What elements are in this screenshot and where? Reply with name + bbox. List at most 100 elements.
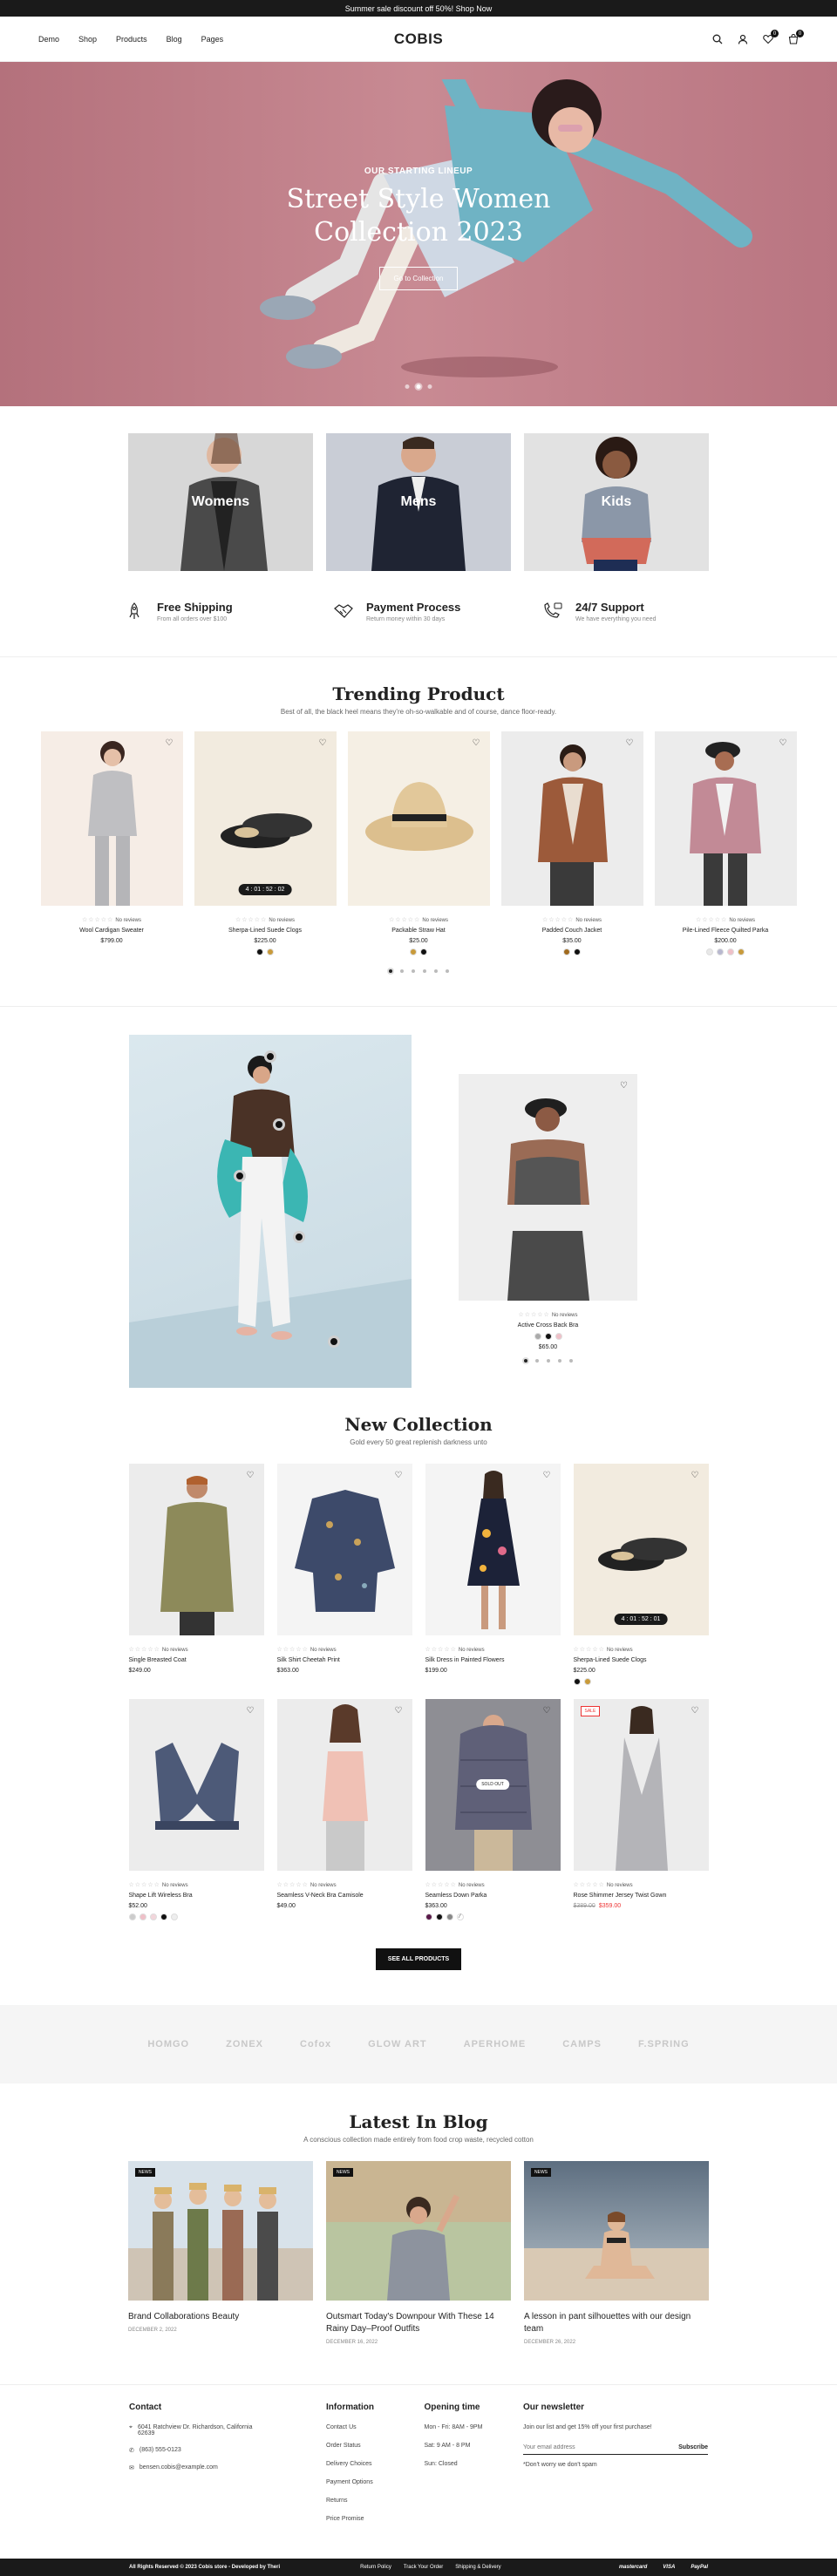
shipping-delivery-link[interactable]: Shipping & Delivery (455, 2565, 500, 2570)
pagination-dot[interactable] (568, 1359, 573, 1363)
product-card[interactable]: ♡ ☆☆☆☆☆ No reviews Padded Couch Jacket $3… (500, 731, 643, 955)
wishlist-heart-icon[interactable]: ♡ (247, 1471, 257, 1481)
hotspot-marker[interactable] (264, 1050, 276, 1063)
color-swatch[interactable] (435, 1913, 443, 1920)
blog-image[interactable]: NEWS (128, 2161, 313, 2301)
brand-logo[interactable]: APERHOME (464, 2039, 527, 2049)
wishlist-heart-icon[interactable]: ♡ (166, 738, 176, 749)
product-name[interactable]: Silk Shirt Cheetah Print (277, 1657, 412, 1663)
color-swatch[interactable] (420, 948, 427, 955)
wishlist-icon[interactable]: 0 (762, 30, 779, 44)
color-swatch[interactable] (738, 948, 745, 955)
wishlist-heart-icon[interactable]: ♡ (319, 738, 330, 749)
product-name[interactable]: Rose Shimmer Jersey Twist Gown (574, 1893, 709, 1899)
announcement-bar[interactable]: Summer sale discount off 50%! Shop Now (0, 0, 837, 17)
product-card[interactable]: ♡ ☆☆☆☆☆ No reviews Shape Lift Wireless Br… (128, 1699, 264, 1920)
nav-shop[interactable]: Shop (78, 35, 97, 44)
subscribe-button[interactable]: Subscribe (678, 2444, 708, 2450)
footer-link[interactable]: Returns (326, 2498, 425, 2504)
blog-image[interactable]: NEWS (326, 2161, 511, 2301)
product-image[interactable]: ♡ (40, 731, 183, 906)
pagination-dot[interactable] (411, 969, 415, 973)
product-image[interactable]: ♡ (459, 1074, 637, 1301)
wishlist-heart-icon[interactable]: ♡ (691, 1471, 702, 1481)
blog-image[interactable]: NEWS (524, 2161, 709, 2301)
blog-tag[interactable]: NEWS (531, 2168, 551, 2177)
product-image[interactable]: ♡ SOLD OUT (425, 1699, 561, 1871)
color-swatch[interactable] (573, 1678, 581, 1685)
wishlist-heart-icon[interactable]: ♡ (691, 1706, 702, 1716)
nav-pages[interactable]: Pages (201, 35, 224, 44)
color-swatch[interactable] (139, 1913, 146, 1920)
color-swatch[interactable] (160, 1913, 167, 1920)
product-image[interactable]: ♡ (347, 731, 490, 906)
color-swatch[interactable] (555, 1333, 562, 1340)
pagination-dot[interactable] (557, 1359, 561, 1363)
blog-title[interactable]: A lesson in pant silhouettes with our de… (524, 2311, 709, 2335)
wishlist-heart-icon[interactable]: ♡ (543, 1706, 554, 1716)
product-name[interactable]: Sherpa-Lined Suede Clogs (194, 928, 337, 934)
footer-link[interactable]: Order Status (326, 2443, 425, 2449)
pagination-dot[interactable] (534, 1359, 539, 1363)
product-card[interactable]: ♡ ☆☆☆☆☆ No reviews Silk Dress in Painted … (425, 1464, 561, 1685)
phone-text[interactable]: (863) 555-0123 (140, 2447, 181, 2453)
product-card[interactable]: ♡ ☆☆☆☆☆ No reviews Silk Shirt Cheetah Pri… (276, 1464, 412, 1685)
color-swatch[interactable]: ⁄ (456, 1913, 464, 1920)
color-swatch[interactable] (727, 948, 734, 955)
product-card[interactable]: ♡ 4 : 01 : 52 : 01 ☆☆☆☆☆ No reviews Sherp… (573, 1464, 709, 1685)
pagination-dot[interactable] (546, 1359, 550, 1363)
product-name[interactable]: Shape Lift Wireless Bra (129, 1893, 264, 1899)
search-icon[interactable] (711, 33, 723, 44)
blog-card[interactable]: NEWS Outsmart Today's Downpour With Thes… (326, 2161, 511, 2345)
product-name[interactable]: Packable Straw Hat (348, 928, 490, 934)
wishlist-heart-icon[interactable]: ♡ (779, 738, 790, 749)
footer-link[interactable]: Price Promise (326, 2516, 425, 2522)
color-swatch[interactable] (706, 948, 713, 955)
color-swatch[interactable] (583, 1678, 591, 1685)
brand-logo[interactable]: CAMPS (562, 2039, 602, 2049)
slider-dot-active[interactable] (416, 384, 421, 389)
product-image[interactable]: ♡ SALE (573, 1699, 709, 1871)
product-card[interactable]: ♡ SALE ☆☆☆☆☆ No reviews Rose Shimmer Jers… (573, 1699, 709, 1920)
product-image[interactable]: ♡ (425, 1464, 561, 1635)
product-image[interactable]: ♡ (500, 731, 643, 906)
product-image[interactable]: ♡ 4 : 01 : 52 : 02 (194, 731, 337, 906)
product-card[interactable]: ♡ ☆☆☆☆☆ No reviews Seamless V-Neck Bra Ca… (276, 1699, 412, 1920)
category-kids[interactable]: Kids (524, 433, 709, 571)
product-card[interactable]: ♡ 4 : 01 : 52 : 02 ☆☆☆☆☆ No reviews Sherp… (194, 731, 337, 955)
footer-link[interactable]: Payment Options (326, 2479, 425, 2485)
product-name[interactable]: Seamless Down Parka (425, 1893, 561, 1899)
category-womens[interactable]: Womens (128, 433, 313, 571)
email-text[interactable]: bensen.cobis@example.com (140, 2464, 218, 2471)
product-name[interactable]: Active Cross Back Bra (459, 1322, 637, 1329)
site-logo[interactable]: COBIS (394, 31, 443, 48)
color-swatch[interactable] (446, 1913, 453, 1920)
color-swatch[interactable] (574, 948, 581, 955)
color-swatch[interactable] (717, 948, 724, 955)
see-all-products-button[interactable]: SEE ALL PRODUCTS (376, 1948, 461, 1970)
category-mens[interactable]: Mens (326, 433, 511, 571)
wishlist-heart-icon[interactable]: ♡ (473, 738, 483, 749)
pagination-dot[interactable] (445, 969, 449, 973)
color-swatch[interactable] (149, 1913, 157, 1920)
color-swatch[interactable] (563, 948, 570, 955)
blog-card[interactable]: NEWS A lesson in pant silhouettes with o… (524, 2161, 709, 2345)
product-image[interactable]: ♡ (128, 1699, 264, 1871)
color-swatch[interactable] (425, 1913, 432, 1920)
newsletter-email-input[interactable] (523, 2444, 645, 2450)
nav-blog[interactable]: Blog (167, 35, 182, 44)
cart-icon[interactable]: 0 (787, 30, 804, 44)
color-swatch[interactable] (256, 948, 263, 955)
wishlist-heart-icon[interactable]: ♡ (247, 1706, 257, 1716)
brand-logo[interactable]: F.SPRING (638, 2039, 690, 2049)
blog-card[interactable]: NEWS Brand Collaborations Beauty DECEMBE… (128, 2161, 313, 2345)
footer-link[interactable]: Delivery Choices (326, 2461, 425, 2467)
nav-products[interactable]: Products (116, 35, 147, 44)
slider-dot[interactable] (427, 384, 432, 389)
slider-dot[interactable] (405, 384, 410, 389)
pagination-dot-active[interactable] (523, 1359, 527, 1363)
wishlist-heart-icon[interactable]: ♡ (395, 1471, 405, 1481)
hotspot-marker[interactable] (293, 1231, 305, 1243)
track-order-link[interactable]: Track Your Order (404, 2565, 443, 2570)
blog-title[interactable]: Brand Collaborations Beauty (128, 2311, 313, 2323)
